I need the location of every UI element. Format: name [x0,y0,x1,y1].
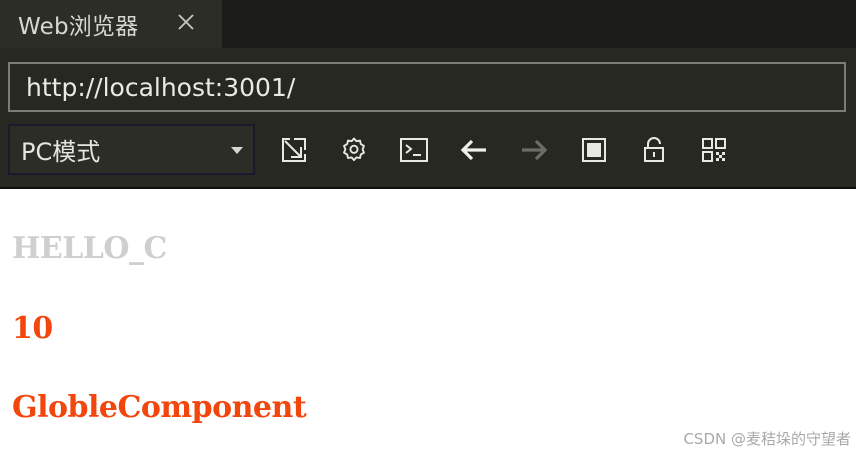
tab-title: Web浏览器 [18,14,139,40]
popout-icon [280,136,308,164]
close-icon[interactable] [176,12,196,32]
qr-code-button[interactable] [695,131,733,169]
unlock-icon [640,136,668,164]
gear-icon [340,136,368,164]
unlock-button[interactable] [635,131,673,169]
address-bar[interactable] [8,62,846,112]
settings-button[interactable] [335,131,373,169]
terminal-icon [399,136,429,164]
forward-button[interactable] [515,131,553,169]
mode-select-value: PC模式 [21,138,101,166]
toolbar: PC模式 [0,49,856,188]
chevron-down-icon [231,147,243,154]
stop-button[interactable] [575,131,613,169]
tab-strip: Web浏览器 [0,0,856,49]
count-value: 10 [12,311,53,346]
page-viewport: HELLO_C 10 GlobleComponent CSDN @麦秸垛的守望者 [0,189,856,452]
stop-icon [580,136,608,164]
arrow-left-icon [459,136,489,164]
browser-window: Web浏览器 PC模式 [0,0,856,452]
hello-heading: HELLO_C [12,231,167,266]
qr-code-icon [700,136,728,164]
arrow-right-icon [519,136,549,164]
console-button[interactable] [395,131,433,169]
back-button[interactable] [455,131,493,169]
watermark: CSDN @麦秸垛的守望者 [683,430,851,448]
component-name: GlobleComponent [12,390,307,425]
tab-web-browser[interactable]: Web浏览器 [0,0,222,48]
popout-button[interactable] [275,131,313,169]
mode-select[interactable]: PC模式 [8,124,255,175]
